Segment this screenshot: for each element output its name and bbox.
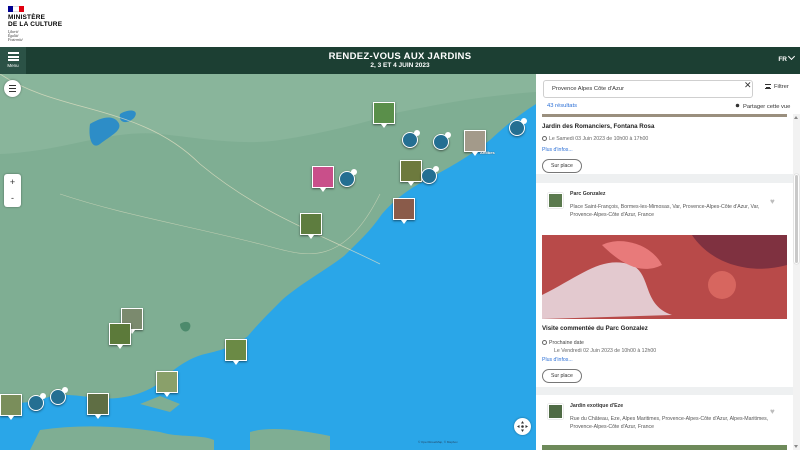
results-panel: Provence Alpes Côte d'Azur ✕ Filtrer 43 …	[536, 74, 800, 450]
favorite-heart-icon[interactable]: ♥	[770, 197, 775, 206]
marker-cluster[interactable]	[421, 166, 439, 184]
place-name[interactable]: Jardin exotique d'Eze	[570, 403, 623, 409]
layers-button[interactable]	[4, 80, 21, 97]
garden-marker[interactable]	[225, 339, 247, 365]
place-thumbnail	[548, 404, 563, 419]
city-label: Antibes	[480, 150, 495, 155]
zoom-control: + -	[4, 174, 21, 207]
garden-marker[interactable]	[393, 198, 415, 224]
place-address: Rue du Château, Eze, Alpes Maritimes, Pr…	[570, 416, 769, 430]
event-title[interactable]: Visite commentée du Parc Gonzalez	[542, 325, 648, 332]
event-image	[542, 235, 787, 319]
place-name[interactable]: Parc Gonzalez	[570, 191, 605, 197]
place-card[interactable]: Parc Gonzalez Place Saint-François, Borm…	[536, 183, 793, 387]
on-site-button[interactable]: Sur place	[542, 369, 582, 383]
map-base	[0, 74, 536, 450]
language-selector[interactable]: FR	[778, 52, 796, 63]
ministry-logo[interactable]: MINISTÈRE DE LA CULTURE Liberté Égalité …	[8, 6, 68, 42]
french-flag-icon	[8, 6, 24, 12]
app-root: MINISTÈRE DE LA CULTURE Liberté Égalité …	[0, 0, 800, 450]
filter-icon	[765, 84, 771, 89]
place-address: Place Saint-François, Bormes-les-Mimosas…	[570, 204, 760, 218]
garden-marker[interactable]	[156, 371, 178, 397]
map-attribution: © OpenStreetMap, © Mapbox	[418, 440, 458, 444]
marker-cluster[interactable]	[339, 169, 357, 187]
share-icon	[735, 103, 740, 108]
scrollbar-thumb[interactable]	[794, 174, 799, 264]
banner-subtitle: 2, 3 ET 4 JUIN 2023	[370, 62, 430, 69]
event-card[interactable]: Jardin des Romanciers, Fontana Rosa Le S…	[536, 114, 793, 174]
zoom-in-button[interactable]: +	[4, 174, 21, 190]
gov-header: MINISTÈRE DE LA CULTURE Liberté Égalité …	[0, 0, 800, 47]
event-image	[542, 445, 787, 450]
share-label: Partager cette vue	[743, 104, 791, 110]
logo-line-1: MINISTÈRE	[8, 14, 46, 21]
recenter-button[interactable]	[514, 418, 531, 435]
layers-icon	[9, 85, 16, 87]
clock-icon	[542, 340, 547, 345]
garden-marker[interactable]	[373, 102, 395, 128]
event-date: Le Samedi 03 Juin 2023 de 10h00 à 17h00	[542, 136, 648, 142]
scrollbar[interactable]	[793, 114, 800, 450]
garden-marker[interactable]	[0, 394, 22, 420]
search-input[interactable]: Provence Alpes Côte d'Azur	[543, 80, 753, 98]
zoom-out-button[interactable]: -	[4, 190, 21, 206]
event-image	[542, 114, 787, 117]
more-info-link[interactable]: Plus d'infos...	[542, 357, 573, 363]
marker-cluster[interactable]	[50, 387, 68, 405]
map[interactable]: + - Antibes © OpenStreetMap, © Mapbox	[0, 74, 536, 450]
more-info-link[interactable]: Plus d'infos...	[542, 147, 573, 153]
marker-cluster[interactable]	[433, 132, 451, 150]
garden-marker[interactable]	[312, 166, 334, 192]
on-site-button[interactable]: Sur place	[542, 159, 582, 173]
filter-label: Filtrer	[774, 84, 789, 90]
clear-search-icon[interactable]: ✕	[744, 80, 752, 91]
clock-icon	[542, 136, 547, 141]
share-view-button[interactable]: Partager cette vue	[735, 103, 790, 110]
results-count: 43 résultats	[547, 103, 577, 109]
garden-marker[interactable]	[109, 323, 131, 349]
place-thumbnail	[548, 193, 563, 208]
garden-marker[interactable]	[87, 393, 109, 419]
logo-line-2: DE LA CULTURE	[8, 21, 63, 28]
next-date-label: Prochaine date	[542, 340, 584, 346]
marker-cluster[interactable]	[402, 130, 420, 148]
event-banner: Menu RENDEZ-VOUS AUX JARDINS 2, 3 ET 4 J…	[0, 47, 800, 74]
banner-title: RENDEZ-VOUS AUX JARDINS	[328, 51, 472, 62]
garden-marker[interactable]	[300, 213, 322, 239]
marker-cluster[interactable]	[28, 393, 46, 411]
event-title[interactable]: Jardin des Romanciers, Fontana Rosa	[542, 123, 654, 130]
scroll-down-icon[interactable]	[794, 445, 798, 448]
garden-marker[interactable]	[400, 160, 422, 186]
motto-line-3: Fraternité	[8, 38, 23, 42]
language-label: FR	[778, 56, 787, 63]
event-date: Le Vendredi 02 Juin 2023 de 10h00 à 12h0…	[554, 348, 657, 354]
results-list: Jardin des Romanciers, Fontana Rosa Le S…	[536, 114, 793, 450]
favorite-heart-icon[interactable]: ♥	[770, 407, 775, 416]
garden-marker[interactable]	[464, 130, 486, 156]
marker-cluster[interactable]	[509, 118, 527, 136]
place-card[interactable]: Jardin exotique d'Eze Rue du Château, Ez…	[536, 395, 793, 450]
recenter-icon	[517, 421, 528, 432]
filter-button[interactable]: Filtrer	[765, 83, 789, 90]
scroll-up-icon[interactable]	[794, 116, 798, 119]
